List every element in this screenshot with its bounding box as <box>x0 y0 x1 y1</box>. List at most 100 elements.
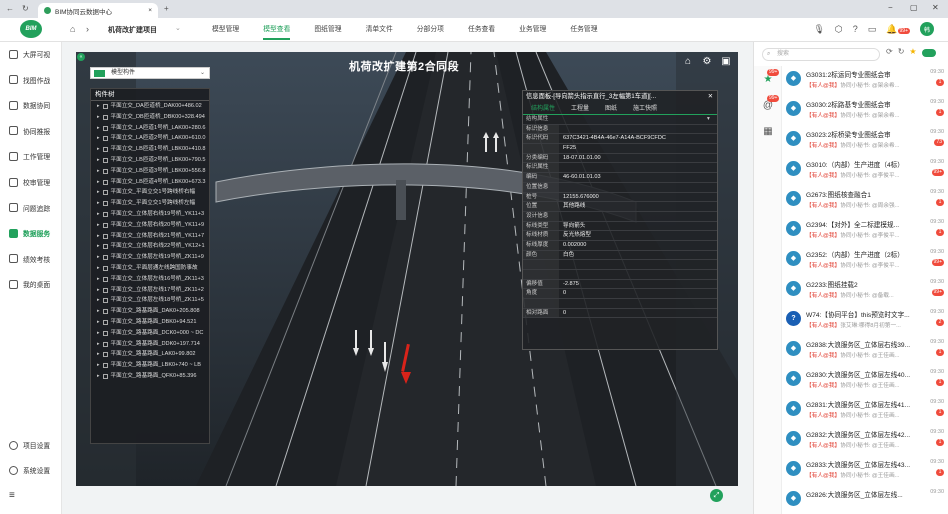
chat-item[interactable]: ◆ G3010:（内部）生产进度（4标） 【有人@我】协同小秘书: @李俊平... 0… <box>786 158 946 184</box>
model-viewport[interactable]: 机荷改扩建第2合同段 ⌂ ⚙ ▣ 模型构件 ⌄ 构件树 ▸ 平面立交_DA匝道桥_… <box>76 52 738 486</box>
tree-checkbox[interactable] <box>102 319 108 325</box>
tree-checkbox[interactable] <box>102 352 108 358</box>
sidebar-bottom-1[interactable]: 系统设置 <box>0 460 62 480</box>
user-avatar[interactable]: 韩 <box>920 22 934 36</box>
tree-checkbox[interactable] <box>102 104 108 109</box>
tree-checkbox[interactable] <box>102 330 108 336</box>
chat-item[interactable]: ◆ G3030:2标路基专业图纸会审 【有人@我】协同小秘书: @架余希... 09:… <box>786 98 946 124</box>
chat-item[interactable]: ◆ G3031:2标运同专业图纸会审 【有人@我】协同小秘书: @架余希... 09:… <box>786 68 946 94</box>
tree-checkbox[interactable] <box>102 222 108 228</box>
tab-module-1[interactable]: 模型查看 <box>251 18 302 42</box>
refresh-icon[interactable]: ↻ <box>22 4 29 13</box>
tree-checkbox[interactable] <box>102 190 108 196</box>
caret-right-icon[interactable]: ▸ <box>97 295 100 306</box>
tree-checkbox[interactable] <box>102 309 108 315</box>
caret-right-icon[interactable]: ▸ <box>97 231 100 242</box>
tree-row[interactable]: ▸ 平面立交_LB匝道2号桥_LBK00+790.5 <box>91 155 209 166</box>
tree-row[interactable]: ▸ 平面立交_立体层右线22号桥_YK12+1 <box>91 241 209 252</box>
chat-toggle[interactable] <box>921 49 936 57</box>
caret-right-icon[interactable]: ▸ <box>97 133 100 144</box>
tree-checkbox[interactable] <box>102 114 108 120</box>
chat-item[interactable]: ◆ G2673:图纸核查融合1 【有人@我】协同小秘书: @周余强... 09:30 1 <box>786 188 946 214</box>
caret-right-icon[interactable]: ▸ <box>97 198 100 209</box>
chat-item[interactable]: ◆ G3023:2标桥梁专业图纸会审 【有人@我】协同小秘书: @架余希... 09:… <box>786 128 946 154</box>
tree-checkbox[interactable] <box>102 147 108 153</box>
chat-item[interactable]: ◆ G2394:【对外】全二标建模规... 【有人@我】协同小秘书: @李俊平...… <box>786 218 946 244</box>
home-icon[interactable]: ⌂ <box>70 24 75 34</box>
tree-checkbox[interactable] <box>102 265 108 271</box>
caret-right-icon[interactable]: ▸ <box>97 112 100 123</box>
collapse-icon[interactable]: « <box>77 53 85 61</box>
caret-right-icon[interactable]: ▸ <box>97 241 100 252</box>
tree-row[interactable]: ▸ 平面立交_路基路面_DAK0+205.808 <box>91 306 209 317</box>
tab-module-6[interactable]: 业务管理 <box>507 18 558 42</box>
bell-icon[interactable]: 🔔 99+ <box>886 24 910 35</box>
star-icon[interactable]: ★ <box>909 47 916 57</box>
sidebar-item-2[interactable]: 数据协同 <box>0 95 62 115</box>
chat-item[interactable]: ◆ G2233:图纸挂载2 【有人@我】协同小秘书: @备载... 09:30 99+ <box>786 278 946 304</box>
tree-row[interactable]: ▸ 平面立交_立体层右线20号桥_YK11+9 <box>91 220 209 231</box>
tree-checkbox[interactable] <box>102 233 108 239</box>
tree-row[interactable]: ▸ 平面立交_立体层左线18号桥_ZK11+5 <box>91 295 209 306</box>
tree-row[interactable]: ▸ 平面立交_LB匝道1号桥_LBK00+410.8 <box>91 144 209 155</box>
caret-right-icon[interactable]: ▸ <box>97 285 100 296</box>
chat-item[interactable]: ◆ G2838:大浪服务区_立体层右线39... 【有人@我】协同小秘书: @王佳画… <box>786 338 946 364</box>
refresh-icon[interactable]: ↻ <box>898 47 905 57</box>
sidebar-item-6[interactable]: 问题追踪 <box>0 198 62 218</box>
tree-checkbox[interactable] <box>102 341 108 347</box>
tree-row[interactable]: ▸ 平面立交_路基路面_DDK0+197.714 <box>91 339 209 350</box>
tree-row[interactable]: ▸ 平面立交_立体层右线21号桥_YK11+7 <box>91 231 209 242</box>
chat-item[interactable]: ◆ G2830:大浪服务区_立体层左线40... 【有人@我】协同小秘书: @王佳画… <box>786 368 946 394</box>
tree-row[interactable]: ▸ 平面立交_平面立交1号跨线桥右幅 <box>91 187 209 198</box>
grid-icon[interactable]: ▦ <box>760 124 776 140</box>
caret-right-icon[interactable]: ▸ <box>97 155 100 166</box>
browser-tab[interactable]: BIM协同云数据中心 × <box>38 3 158 18</box>
menu-icon[interactable]: ≡ <box>0 485 62 505</box>
caret-right-icon[interactable]: ▸ <box>97 101 100 112</box>
caret-right-icon[interactable]: ▸ <box>97 317 100 328</box>
tree-checkbox[interactable] <box>102 287 108 293</box>
cube-icon[interactable]: ⬡ <box>835 24 843 35</box>
tree-checkbox[interactable] <box>102 125 108 131</box>
tree-row[interactable]: ▸ 平面立交_路基路面_QFK0+85.396 <box>91 371 209 382</box>
tree-checkbox[interactable] <box>102 255 108 261</box>
caret-right-icon[interactable]: ▸ <box>97 177 100 188</box>
close-icon[interactable]: ✕ <box>708 91 713 103</box>
sync-icon[interactable]: ⟳ <box>886 47 893 57</box>
tree-row[interactable]: ▸ 平面立交_DA匝道桥_DAK00+486.02 <box>91 101 209 112</box>
save-icon[interactable]: ▣ <box>720 56 732 68</box>
tab-module-2[interactable]: 图纸管理 <box>302 18 353 42</box>
tree-row[interactable]: ▸ 平面立交_立体层左线16号桥_ZK11+3 <box>91 274 209 285</box>
tree-checkbox[interactable] <box>102 201 108 207</box>
tree-row[interactable]: ▸ 平面立交_LA匝道2号桥_LAK00+610.0 <box>91 133 209 144</box>
sidebar-item-0[interactable]: 大屏可视 <box>0 44 62 64</box>
tree-row[interactable]: ▸ 平面立交_LB匝道4号桥_LBK00+673.3 <box>91 177 209 188</box>
caret-right-icon[interactable]: ▸ <box>97 220 100 231</box>
tree-row[interactable]: ▸ 平面立交_立体层左线19号桥_ZK11+9 <box>91 252 209 263</box>
chat-item[interactable]: ◆ G2832:大浪服务区_立体层左线42... 【有人@我】协同小秘书: @王佳画… <box>786 428 946 454</box>
tab-module-7[interactable]: 任务管理 <box>558 18 609 42</box>
fullscreen-icon[interactable]: ⤢ <box>710 489 723 502</box>
info-tab-0[interactable]: 结构属性 <box>523 103 563 114</box>
caret-right-icon[interactable]: ▸ <box>97 123 100 134</box>
home-view-icon[interactable]: ⌂ <box>682 56 694 68</box>
tree-checkbox[interactable] <box>102 363 108 369</box>
info-section[interactable]: 结构属性 ▾ <box>523 115 717 125</box>
tree-row[interactable]: ▸ 平面立交_路基路面_DBK0+94.521 <box>91 317 209 328</box>
maximize-icon[interactable]: ▢ <box>910 3 918 12</box>
gear-icon[interactable]: ⚙ <box>701 56 713 68</box>
chat-item[interactable]: ◆ G2833:大浪服务区_立体层左线43... 【有人@我】协同小秘书: @王佳画… <box>786 458 946 484</box>
caret-right-icon[interactable]: ▸ <box>97 144 100 155</box>
sidebar-item-5[interactable]: 校审管理 <box>0 172 62 192</box>
tree-row[interactable]: ▸ 平面立交_立体层右线19号桥_YK11+3 <box>91 209 209 220</box>
caret-right-icon[interactable]: ▸ <box>97 166 100 177</box>
caret-right-icon[interactable]: ▸ <box>97 274 100 285</box>
tree-row[interactable]: ▸ 平面立交_DB匝道桥_DBK00+328.494 <box>91 112 209 123</box>
info-tab-3[interactable]: 施工快照 <box>625 103 665 114</box>
caret-right-icon[interactable]: ▸ <box>97 360 100 371</box>
tree-checkbox[interactable] <box>102 179 108 185</box>
sidebar-item-7[interactable]: 数据服务 <box>0 223 62 243</box>
caret-right-icon[interactable]: ▸ <box>97 328 100 339</box>
caret-right-icon[interactable]: ▸ <box>97 339 100 350</box>
tree-row[interactable]: ▸ 平面立交_路基路面_LBK0+740 ~ LB <box>91 360 209 371</box>
